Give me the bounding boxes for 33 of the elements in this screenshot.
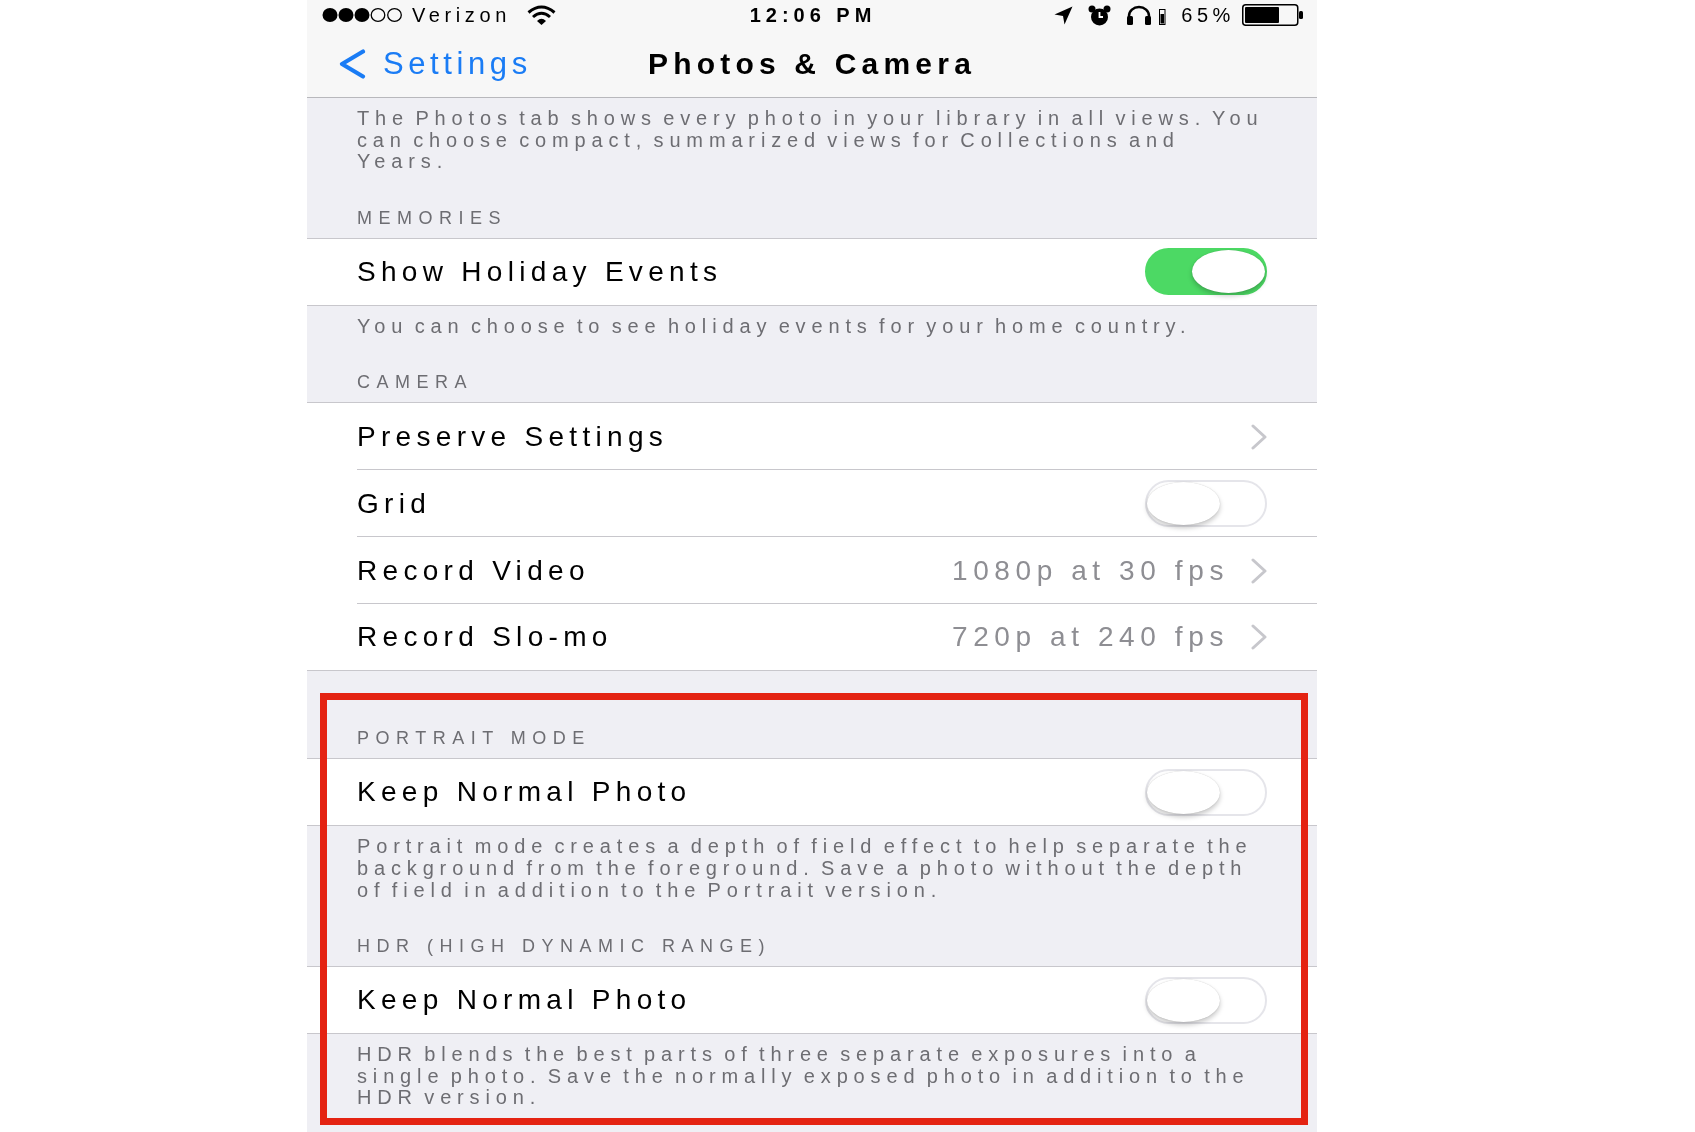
intro-text: The Photos tab shows every photo in your library in all views. You can choose compact, summarized views for Collections and Years. [356,106,1265,173]
section-footer-text: Portrait mode creates a depth of field effect to help separate the background from the foreground. Save a photo without the depth of field in addition to the Portrait version. [356,834,1254,902]
chevron-right-icon [1251,557,1267,584]
status-time: 12:06 PM [749,3,877,27]
carrier-name: Verizon [412,3,511,27]
row-value: 1080p at 30 fps [951,553,1229,588]
section-footer-text: You can choose to see holiday events for your home country. [356,313,1193,338]
section-header: PORTRAIT MODE [356,727,592,751]
row-label: Grid [357,486,433,521]
chevron-right-icon [1251,423,1267,450]
alarm-clock-icon [1088,4,1112,26]
row-value: 720p at 240 fps [951,620,1229,655]
signal-icon [322,7,403,23]
section-footer-text: HDR blends the best parts of three separate exposures into a single photo. Save the normally exposed photo in addition to the HDR version. [356,1042,1251,1109]
headphones-icon [1126,5,1167,25]
row-label: Keep Normal Photo [357,983,693,1018]
row-label: Keep Normal Photo [357,775,693,810]
chevron-right-icon [1251,624,1267,651]
battery-icon [1242,4,1304,26]
section-header: CAMERA [356,371,474,395]
section-header: MEMORIES [356,206,508,230]
row-label: Preserve Settings [357,419,670,454]
wifi-icon [526,5,556,25]
battery-percent: 65% [1181,3,1235,27]
row-label: Record Video [357,553,591,588]
row-label: Show Holiday Events [357,254,724,289]
chevron-left-icon [337,48,367,79]
location-arrow-icon [1054,5,1074,25]
back-button[interactable]: Settings [337,45,532,82]
toggle-switch[interactable] [1145,248,1267,296]
nav-title: Photos & Camera [647,45,977,82]
row-label: Record Slo-mo [357,620,614,655]
section-header: HDR (HIGH DYNAMIC RANGE) [356,935,772,959]
